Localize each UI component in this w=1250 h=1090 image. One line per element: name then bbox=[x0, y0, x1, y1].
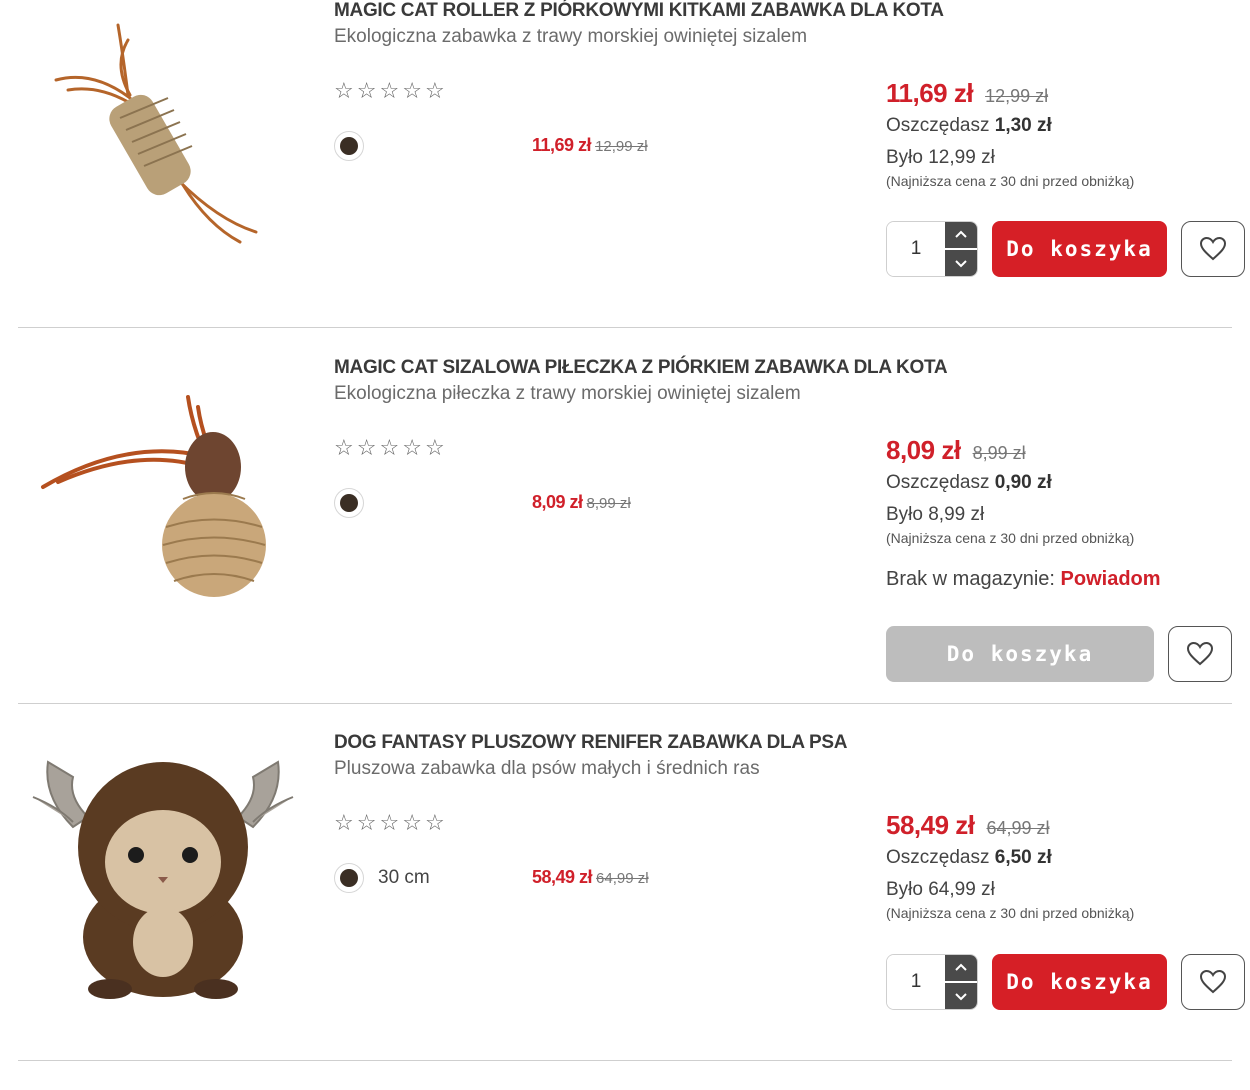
variant-old-price: 12,99 zł bbox=[595, 138, 648, 155]
savings-value: 0,90 zł bbox=[994, 472, 1052, 493]
star-outline-icon: ☆ bbox=[402, 810, 422, 835]
star-outline-icon: ☆ bbox=[334, 810, 354, 835]
current-price: 11,69 zł bbox=[886, 78, 974, 108]
variant-option[interactable] bbox=[334, 131, 378, 161]
chevron-up-icon[interactable] bbox=[945, 222, 977, 248]
star-outline-icon: ☆ bbox=[424, 810, 445, 835]
lowest-price-note: (Najniższa cena z 30 dni przed obniżką) bbox=[886, 905, 1135, 921]
star-outline-icon: ☆ bbox=[402, 78, 422, 103]
star-outline-icon: ☆ bbox=[356, 810, 377, 835]
add-to-cart-button[interactable]: Do koszyka bbox=[886, 626, 1154, 682]
old-price: 12,99 zł bbox=[985, 86, 1049, 106]
star-outline-icon: ☆ bbox=[334, 435, 354, 460]
chevron-up-icon[interactable] bbox=[945, 955, 977, 981]
product-divider bbox=[18, 327, 1232, 328]
color-swatch bbox=[340, 494, 358, 512]
main-price: 11,69 zł 12,99 zł bbox=[886, 78, 1246, 109]
variant-current-price: 58,49 zł bbox=[532, 867, 593, 887]
savings-label: Oszczędasz bbox=[886, 847, 990, 868]
stock-status: Brak w magazynie: Powiadom bbox=[886, 568, 1246, 591]
product-card: MAGIC CAT ROLLER Z PIÓRKOWYMI KITKAMI ZA… bbox=[18, 0, 1245, 328]
price-box: 58,49 zł 64,99 zł Oszczędasz 6,50 zł Był… bbox=[886, 810, 1246, 921]
variant-price: 58,49 zł 64,99 zł bbox=[532, 867, 649, 888]
product-name[interactable]: MAGIC CAT ROLLER Z PIÓRKOWYMI KITKAMI ZA… bbox=[334, 0, 944, 22]
product-image[interactable] bbox=[18, 10, 308, 260]
product-name[interactable]: MAGIC CAT SIZALOWA PIŁECZKA Z PIÓRKIEM Z… bbox=[334, 357, 948, 379]
star-outline-icon: ☆ bbox=[424, 435, 445, 460]
previous-price: Było 12,99 zł bbox=[886, 147, 995, 168]
variant-price: 8,09 zł 8,99 zł bbox=[532, 492, 631, 513]
lowest-price-note: (Najniższa cena z 30 dni przed obniżką) bbox=[886, 530, 1135, 546]
star-outline-icon: ☆ bbox=[356, 435, 377, 460]
main-price: 58,49 zł 64,99 zł bbox=[886, 810, 1246, 841]
rating-stars[interactable]: ☆ ☆ ☆ ☆ ☆ bbox=[334, 80, 445, 102]
chevron-down-icon[interactable] bbox=[945, 250, 977, 276]
out-of-stock-label: Brak w magazynie: bbox=[886, 568, 1055, 590]
quantity-stepper[interactable] bbox=[886, 954, 978, 1010]
product-description: Pluszowa zabawka dla psów małych i średn… bbox=[334, 758, 760, 779]
purchase-actions: Do koszyka bbox=[886, 221, 1245, 277]
current-price: 58,49 zł bbox=[886, 810, 975, 840]
main-price: 8,09 zł 8,99 zł bbox=[886, 435, 1246, 466]
savings-label: Oszczędasz bbox=[886, 472, 990, 493]
current-price: 8,09 zł bbox=[886, 435, 961, 465]
star-outline-icon: ☆ bbox=[379, 78, 400, 103]
variant-option[interactable]: 30 cm bbox=[334, 863, 430, 893]
variant-label: 30 cm bbox=[378, 867, 430, 888]
variant-price: 11,69 zł 12,99 zł bbox=[532, 135, 648, 156]
purchase-actions: Do koszyka bbox=[886, 626, 1232, 682]
star-outline-icon: ☆ bbox=[334, 78, 354, 103]
quantity-input[interactable] bbox=[887, 222, 945, 276]
notify-link[interactable]: Powiadom bbox=[1061, 568, 1161, 590]
variant-option[interactable] bbox=[334, 488, 378, 518]
product-divider bbox=[18, 1060, 1232, 1061]
lowest-price-note: (Najniższa cena z 30 dni przed obniżką) bbox=[886, 173, 1135, 189]
variant-current-price: 11,69 zł bbox=[532, 135, 592, 155]
rating-stars[interactable]: ☆ ☆ ☆ ☆ ☆ bbox=[334, 437, 445, 459]
variant-radio[interactable] bbox=[334, 488, 364, 518]
rating-stars[interactable]: ☆ ☆ ☆ ☆ ☆ bbox=[334, 812, 445, 834]
savings: Oszczędasz 0,90 zł bbox=[886, 472, 1246, 494]
savings-value: 6,50 zł bbox=[994, 847, 1052, 868]
star-outline-icon: ☆ bbox=[402, 435, 422, 460]
price-box: 8,09 zł 8,99 zł Oszczędasz 0,90 zł Było … bbox=[886, 435, 1246, 591]
savings: Oszczędasz 6,50 zł bbox=[886, 847, 1246, 869]
variant-old-price: 8,99 zł bbox=[586, 495, 631, 512]
heart-outline-icon[interactable] bbox=[1168, 626, 1232, 682]
price-box: 11,69 zł 12,99 zł Oszczędasz 1,30 zł Był… bbox=[886, 78, 1246, 189]
variant-current-price: 8,09 zł bbox=[532, 492, 583, 512]
chevron-down-icon[interactable] bbox=[945, 983, 977, 1009]
heart-outline-icon[interactable] bbox=[1181, 954, 1245, 1010]
savings-label: Oszczędasz bbox=[886, 115, 990, 136]
color-swatch bbox=[340, 137, 358, 155]
product-description: Ekologiczna piłeczka z trawy morskiej ow… bbox=[334, 383, 801, 404]
purchase-actions: Do koszyka bbox=[886, 954, 1245, 1010]
add-to-cart-button[interactable]: Do koszyka bbox=[992, 954, 1167, 1010]
color-swatch bbox=[340, 869, 358, 887]
savings-value: 1,30 zł bbox=[994, 115, 1052, 136]
product-name[interactable]: DOG FANTASY PLUSZOWY RENIFER ZABAWKA DLA… bbox=[334, 732, 848, 754]
product-divider bbox=[18, 703, 1232, 704]
star-outline-icon: ☆ bbox=[379, 810, 400, 835]
product-description: Ekologiczna zabawka z trawy morskiej owi… bbox=[334, 26, 808, 47]
product-card: MAGIC CAT SIZALOWA PIŁECZKA Z PIÓRKIEM Z… bbox=[18, 357, 1232, 703]
quantity-stepper[interactable] bbox=[886, 221, 978, 277]
savings: Oszczędasz 1,30 zł bbox=[886, 115, 1246, 137]
variant-radio[interactable] bbox=[334, 131, 364, 161]
previous-price: Było 64,99 zł bbox=[886, 879, 995, 900]
old-price: 8,99 zł bbox=[972, 443, 1026, 463]
add-to-cart-button[interactable]: Do koszyka bbox=[992, 221, 1167, 277]
star-outline-icon: ☆ bbox=[424, 78, 445, 103]
product-image[interactable] bbox=[18, 387, 308, 607]
old-price: 64,99 zł bbox=[986, 818, 1050, 838]
product-image[interactable] bbox=[18, 737, 308, 1002]
previous-price: Było 8,99 zł bbox=[886, 504, 985, 525]
heart-outline-icon[interactable] bbox=[1181, 221, 1245, 277]
variant-old-price: 64,99 zł bbox=[596, 870, 649, 887]
product-card: DOG FANTASY PLUSZOWY RENIFER ZABAWKA DLA… bbox=[18, 732, 1245, 1060]
variant-radio[interactable] bbox=[334, 863, 364, 893]
star-outline-icon: ☆ bbox=[356, 78, 377, 103]
star-outline-icon: ☆ bbox=[379, 435, 400, 460]
quantity-input[interactable] bbox=[887, 955, 945, 1009]
